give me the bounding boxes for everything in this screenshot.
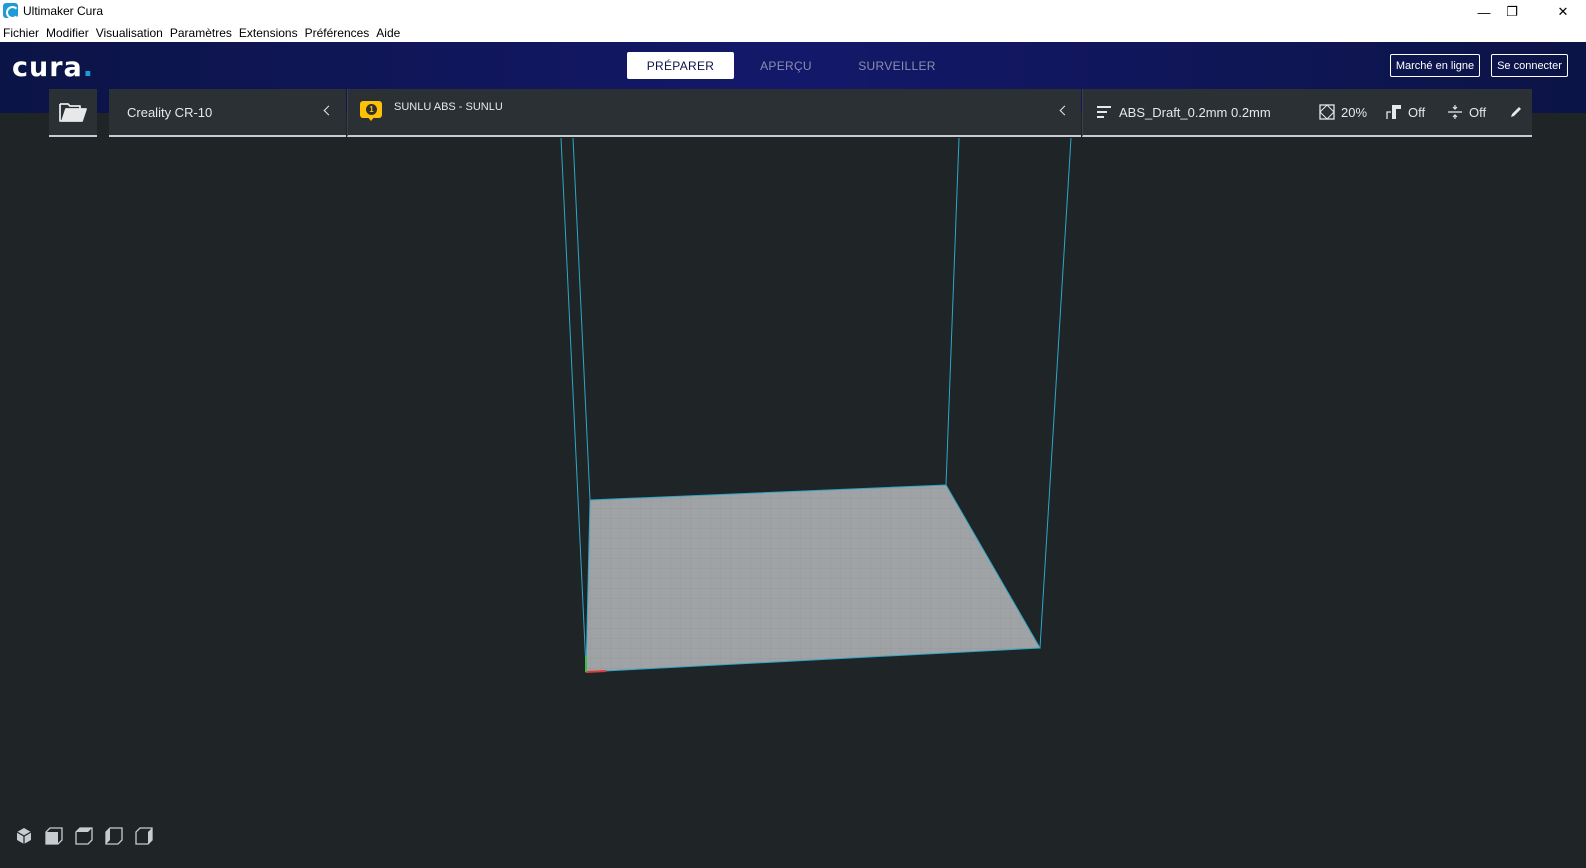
menu-view[interactable]: Visualisation <box>96 26 163 40</box>
view-right-button[interactable] <box>134 826 154 846</box>
left-view-icon <box>105 827 123 845</box>
chevron-left-icon <box>322 103 332 119</box>
menu-settings[interactable]: Paramètres <box>170 26 232 40</box>
infill-setting: 20% <box>1319 103 1367 121</box>
adhesion-icon <box>1448 105 1462 119</box>
extruder-number: 1 <box>366 104 377 115</box>
menu-preferences[interactable]: Préférences <box>305 26 370 40</box>
view-left-button[interactable] <box>104 826 124 846</box>
adhesion-value: Off <box>1469 104 1487 120</box>
3d-view-icon <box>16 828 32 844</box>
support-icon <box>1386 105 1401 119</box>
menu-bar: Fichier Modifier Visualisation Paramètre… <box>0 24 1586 42</box>
tab-preview[interactable]: APERÇU <box>748 52 824 79</box>
folder-open-icon <box>59 103 87 122</box>
build-volume <box>560 137 1072 673</box>
front-view-icon <box>45 827 63 845</box>
support-value: Off <box>1408 104 1426 120</box>
view-top-button[interactable] <box>74 826 94 846</box>
tab-prepare[interactable]: PRÉPARER <box>627 52 734 79</box>
pencil-icon[interactable] <box>1509 105 1523 119</box>
menu-edit[interactable]: Modifier <box>46 26 89 40</box>
profile-list-icon <box>1097 105 1111 119</box>
logo-text: cura <box>12 52 83 83</box>
window-title: Ultimaker Cura <box>23 4 104 18</box>
printer-name: Creality CR-10 <box>127 105 213 120</box>
material-selector[interactable]: 1 SUNLU ABS - SUNLU <box>347 89 1081 137</box>
top-view-icon <box>75 827 93 845</box>
view-front-button[interactable] <box>44 826 64 846</box>
print-settings-selector[interactable]: ABS_Draft_0.2mm 0.2mm 20% Off Off <box>1082 89 1532 137</box>
chevron-left-icon <box>1058 103 1068 119</box>
login-button[interactable]: Se connecter <box>1491 54 1568 77</box>
infill-icon <box>1319 104 1335 120</box>
3d-viewport[interactable] <box>0 137 1586 863</box>
marketplace-button[interactable]: Marché en ligne <box>1390 54 1480 77</box>
infill-value: 20% <box>1341 104 1368 120</box>
extruder-badge-icon: 1 <box>360 101 382 123</box>
window-titlebar: Ultimaker Cura — ❐ ✕ <box>0 0 1586 24</box>
logo-dot: . <box>82 52 95 83</box>
close-button[interactable]: ✕ <box>1540 0 1586 24</box>
printer-selector[interactable]: Creality CR-10 <box>109 89 346 137</box>
right-view-icon <box>135 827 153 845</box>
menu-file[interactable]: Fichier <box>3 26 39 40</box>
cura-logo: cura. <box>12 52 94 83</box>
view-3d-button[interactable] <box>14 826 34 846</box>
support-setting: Off <box>1386 103 1425 121</box>
cura-app-icon <box>3 3 19 19</box>
menu-help[interactable]: Aide <box>376 26 400 40</box>
open-file-button[interactable] <box>49 89 97 137</box>
profile-name: ABS_Draft_0.2mm 0.2mm <box>1119 105 1271 120</box>
view-orientation-toolbar <box>14 826 154 846</box>
menu-extensions[interactable]: Extensions <box>239 26 298 40</box>
material-name: SUNLU ABS - SUNLU <box>394 101 503 113</box>
adhesion-setting: Off <box>1447 103 1486 121</box>
tab-monitor[interactable]: SURVEILLER <box>846 52 948 79</box>
maximize-button[interactable]: ❐ <box>1489 0 1535 24</box>
